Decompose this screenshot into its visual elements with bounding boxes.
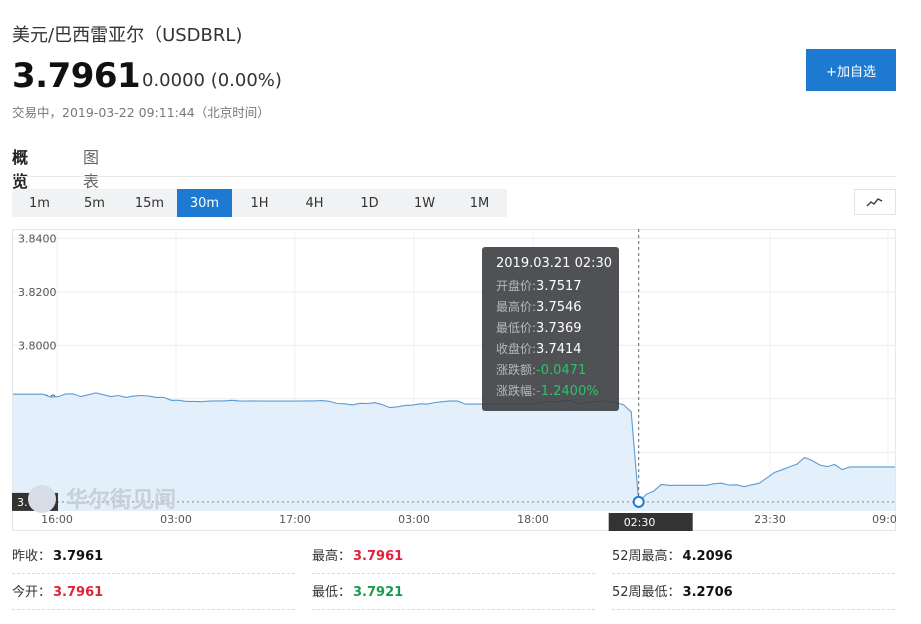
y-tick-label: 3.8400 bbox=[18, 232, 57, 245]
stat-label: 最低： bbox=[312, 585, 352, 600]
stat-52w-low: 52周最低： 3.2706 bbox=[612, 576, 895, 610]
tooltip-open: 3.7517 bbox=[536, 279, 582, 294]
line-chart-icon bbox=[866, 198, 883, 207]
interval-30m[interactable]: 30m bbox=[177, 189, 232, 217]
stat-label: 52周最低： bbox=[612, 585, 681, 600]
tooltip-close-label: 收盘价: bbox=[496, 342, 537, 356]
add-to-watchlist-button[interactable]: +加自选 bbox=[806, 49, 896, 91]
stat-open: 今开： 3.7961 bbox=[12, 576, 295, 610]
crosshair-point bbox=[632, 495, 645, 508]
stat-prev-close: 昨收： 3.7961 bbox=[12, 540, 295, 574]
x-tick-label: 09:00 bbox=[872, 513, 896, 526]
x-tick-label: 18:00 bbox=[517, 513, 549, 526]
interval-1d[interactable]: 1D bbox=[342, 189, 397, 217]
stat-value: 3.7961 bbox=[353, 549, 404, 564]
x-tick-label: 03:00 bbox=[160, 513, 192, 526]
stat-value: 3.7961 bbox=[53, 585, 104, 600]
tooltip-high: 3.7546 bbox=[536, 300, 582, 315]
x-tick-label: 17:00 bbox=[279, 513, 311, 526]
stat-value: 3.7921 bbox=[353, 585, 404, 600]
watermark-logo-icon bbox=[28, 485, 56, 513]
tooltip-high-label: 最高价: bbox=[496, 300, 537, 314]
price-chart[interactable]: 3.84003.82003.80003.78003.760016:0003:00… bbox=[12, 229, 896, 531]
chart-type-button[interactable] bbox=[854, 189, 896, 215]
stat-high: 最高： 3.7961 bbox=[312, 540, 595, 574]
stat-52w-high: 52周最高： 4.2096 bbox=[612, 540, 895, 574]
trading-status: 交易中，2019-03-22 09:11:44（北京时间） bbox=[12, 105, 270, 120]
current-price: 3.7961 bbox=[12, 56, 141, 96]
chart-tooltip: 2019.03.21 02:30 开盘价:3.7517 最高价:3.7546 最… bbox=[482, 247, 619, 411]
stat-value: 3.2706 bbox=[682, 585, 733, 600]
tooltip-low-label: 最低价: bbox=[496, 321, 537, 335]
interval-1mo[interactable]: 1M bbox=[452, 189, 507, 217]
y-tick-label: 3.8200 bbox=[18, 286, 57, 299]
interval-4h[interactable]: 4H bbox=[287, 189, 342, 217]
watermark-text: 华尔街见闻 bbox=[66, 487, 176, 513]
tabs-divider bbox=[12, 176, 896, 177]
stat-value: 4.2096 bbox=[682, 549, 733, 564]
tooltip-pct-label: 涨跌幅: bbox=[496, 384, 537, 398]
x-tick-label: 03:00 bbox=[398, 513, 430, 526]
stat-label: 最高： bbox=[312, 549, 352, 564]
price-change: 0.0000 (0.00%) bbox=[142, 70, 282, 91]
x-tick-label: 23:30 bbox=[754, 513, 786, 526]
tooltip-date: 2019.03.21 02:30 bbox=[496, 256, 613, 271]
stat-value: 3.7961 bbox=[53, 549, 104, 564]
interval-1h[interactable]: 1H bbox=[232, 189, 287, 217]
tooltip-close: 3.7414 bbox=[536, 342, 582, 357]
tooltip-change-label: 涨跌额: bbox=[496, 363, 537, 377]
interval-15m[interactable]: 15m bbox=[122, 189, 177, 217]
interval-5m[interactable]: 5m bbox=[67, 189, 122, 217]
interval-selector: 1m 5m 15m 30m 1H 4H 1D 1W 1M bbox=[12, 189, 507, 217]
stat-label: 昨收： bbox=[12, 549, 52, 564]
stat-low: 最低： 3.7921 bbox=[312, 576, 595, 610]
page-title: 美元/巴西雷亚尔（USDBRL) bbox=[12, 25, 243, 46]
y-tick-label: 3.8000 bbox=[18, 339, 57, 352]
interval-1m[interactable]: 1m bbox=[12, 189, 67, 217]
stat-label: 52周最高： bbox=[612, 549, 681, 564]
tooltip-change: -0.0471 bbox=[536, 363, 587, 378]
tooltip-pct: -1.2400% bbox=[536, 384, 599, 399]
stat-label: 今开： bbox=[12, 585, 52, 600]
tooltip-low: 3.7369 bbox=[536, 321, 582, 336]
tooltip-open-label: 开盘价: bbox=[496, 279, 537, 293]
interval-1w[interactable]: 1W bbox=[397, 189, 452, 217]
crosshair-time-label: 02:30 bbox=[624, 516, 656, 529]
x-tick-label: 16:00 bbox=[41, 513, 73, 526]
